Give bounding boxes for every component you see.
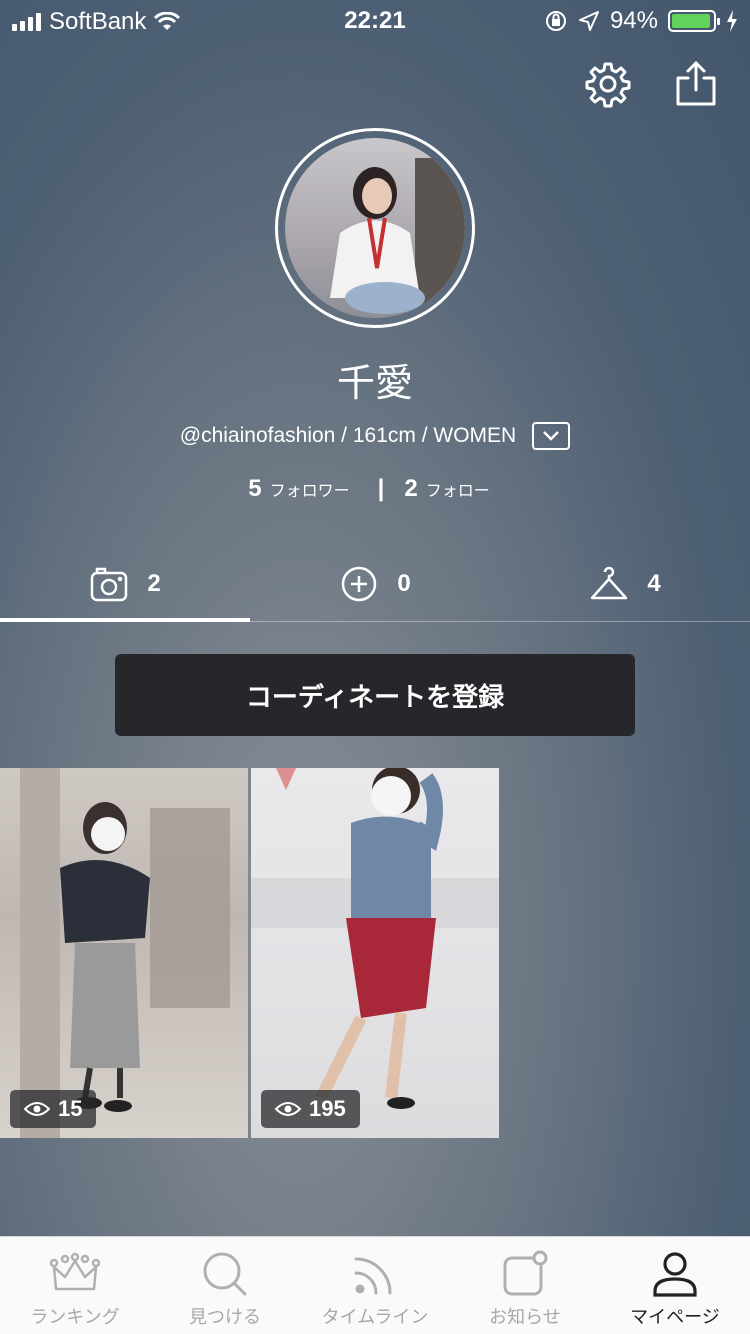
register-coordinate-button[interactable]: コーディネートを登録 [115, 654, 635, 736]
followers-label[interactable]: フォロワー [270, 477, 350, 501]
chevron-down-icon [543, 431, 560, 441]
tab-closet-count: 4 [647, 569, 661, 597]
expand-profile-button[interactable] [532, 422, 571, 450]
avatar-ring[interactable] [275, 128, 475, 328]
charging-icon [727, 10, 737, 32]
tab-add[interactable]: 0 [250, 546, 500, 621]
plus-circle-icon [342, 566, 377, 601]
tab-ranking-label: ランキング [30, 1307, 120, 1328]
eye-icon [24, 1102, 50, 1116]
view-count-badge: 195 [261, 1090, 360, 1128]
tab-timeline[interactable]: タイムライン [300, 1237, 450, 1334]
followers-count[interactable]: 5 [248, 475, 261, 503]
camera-icon [91, 567, 128, 601]
rss-icon [354, 1257, 392, 1295]
rotation-lock-icon [545, 11, 566, 31]
profile-tabs: 2 0 4 [0, 546, 750, 622]
tab-ranking[interactable]: ランキング [0, 1237, 150, 1334]
hanger-icon [591, 566, 628, 599]
view-count: 195 [309, 1096, 346, 1121]
tab-coordinates[interactable]: 2 [0, 546, 250, 622]
post-card[interactable]: 195 [251, 768, 499, 1138]
post-card[interactable]: 15 [0, 768, 248, 1138]
view-count-badge: 15 [10, 1090, 97, 1128]
bottom-tab-bar: ランキング 見つける タイムライン お知らせ マイページ [0, 1236, 750, 1334]
crown-icon [50, 1252, 100, 1291]
share-icon[interactable] [672, 60, 720, 108]
tab-discover[interactable]: 見つける [150, 1237, 300, 1334]
tab-closet[interactable]: 4 [500, 546, 750, 621]
post-photo [20, 768, 230, 1138]
profile-name: 千愛 [336, 361, 413, 405]
tab-add-count: 0 [397, 569, 411, 597]
follow-stats: 5 フォロワー | 2 フォロー [0, 475, 750, 503]
eye-icon [275, 1102, 301, 1116]
tab-mypage-label: マイページ [630, 1307, 720, 1328]
tab-discover-label: 見つける [189, 1307, 261, 1328]
header-actions [584, 60, 720, 108]
follow-separator: | [377, 475, 385, 502]
tab-coordinates-count: 2 [147, 569, 161, 597]
tab-mypage[interactable]: マイページ [600, 1237, 750, 1334]
following-count[interactable]: 2 [404, 475, 417, 503]
following-label[interactable]: フォロー [426, 477, 490, 501]
avatar-photo [330, 158, 465, 318]
status-right: 94% [544, 7, 738, 35]
battery-icon [668, 10, 720, 32]
view-count: 15 [58, 1096, 83, 1121]
battery-percent: 94% [609, 7, 658, 34]
profile-meta-text: @chiainofashion / 161cm / WOMEN [179, 424, 517, 447]
user-icon [653, 1252, 697, 1297]
tab-notifications[interactable]: お知らせ [450, 1237, 600, 1334]
tab-timeline-label: タイムライン [321, 1307, 429, 1328]
status-bar: SoftBank 22:21 94% [0, 0, 750, 40]
posts-grid: 15 195 [0, 768, 499, 1138]
gear-icon[interactable] [584, 60, 632, 108]
avatar [285, 138, 465, 318]
post-photo [251, 768, 499, 1109]
battery-fill [672, 14, 710, 28]
location-icon [578, 11, 599, 31]
profile-meta: @chiainofashion / 161cm / WOMEN [0, 422, 750, 450]
tab-notifications-label: お知らせ [489, 1307, 561, 1328]
search-icon [203, 1252, 247, 1296]
notification-icon [503, 1250, 548, 1296]
